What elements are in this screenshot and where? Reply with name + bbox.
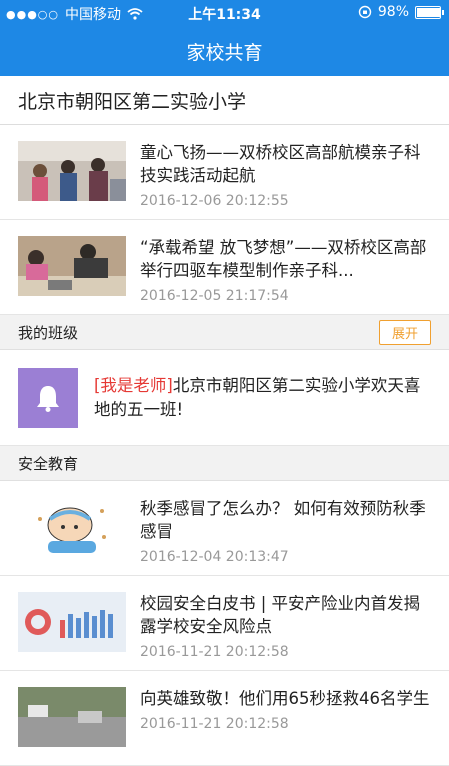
expand-button[interactable]: 展开 (378, 319, 431, 345)
news-date: 2016-12-04 20:13:47 (140, 549, 289, 565)
news-date: 2016-11-21 20:12:58 (140, 644, 289, 660)
class-icon (18, 367, 78, 428)
news-date: 2016-12-06 20:12:55 (140, 193, 289, 209)
status-bar: ●●●○○ 中国移动 上午11:34 98% (0, 0, 449, 26)
news-thumbnail (18, 687, 126, 747)
news-title: 向英雄致敬！他们用65秒拯救46名学生 (140, 689, 430, 708)
news-thumbnail (18, 497, 126, 557)
news-title: 校园安全白皮书 | 平安产险业内首发揭露学校安全风险点 (140, 594, 421, 636)
news-thumbnail (18, 592, 126, 652)
bell-icon (37, 385, 59, 412)
orientation-lock-icon (358, 5, 372, 19)
my-class-header: 我的班级 展开 (0, 315, 449, 350)
news-item[interactable]: 向英雄致敬！他们用65秒拯救46名学生 2016-11-21 20:12:58 (0, 671, 449, 766)
class-item[interactable]: [我是老师]北京市朝阳区第二实验小学欢天喜地的五一班! (0, 350, 449, 446)
news-title: 秋季感冒了怎么办？ 如何有效预防秋季感冒 (140, 499, 426, 541)
teacher-tag: [我是老师] (94, 375, 173, 395)
page-title: 家校共育 (186, 41, 263, 64)
news-item[interactable]: 秋季感冒了怎么办？ 如何有效预防秋季感冒 2016-12-04 20:13:47 (0, 481, 449, 576)
battery-icon (415, 5, 444, 19)
nav-bar: 家校共育 (0, 26, 449, 76)
battery-percent: 98% (377, 4, 409, 20)
news-date: 2016-11-21 20:12:58 (140, 716, 289, 732)
news-item[interactable]: “承载希望 放飞梦想”——双桥校区高部举行四驱车模型制作亲子科... 2016-… (0, 220, 449, 315)
news-date: 2016-12-05 21:17:54 (140, 288, 289, 304)
news-thumbnail (18, 236, 126, 296)
news-title: “承载希望 放飞梦想”——双桥校区高部举行四驱车模型制作亲子科... (140, 238, 427, 280)
school-name[interactable]: 北京市朝阳区第二实验小学 (0, 76, 449, 125)
section-label: 安全教育 (18, 454, 79, 473)
news-thumbnail (18, 141, 126, 201)
section-label: 我的班级 (18, 323, 79, 342)
news-title: 童心飞扬——双桥校区高部航模亲子科技实践活动起航 (140, 143, 421, 185)
news-item[interactable]: 校园安全白皮书 | 平安产险业内首发揭露学校安全风险点 2016-11-21 2… (0, 576, 449, 671)
news-item[interactable]: 童心飞扬——双桥校区高部航模亲子科技实践活动起航 2016-12-06 20:1… (0, 125, 449, 220)
safety-header: 安全教育 (0, 446, 449, 481)
